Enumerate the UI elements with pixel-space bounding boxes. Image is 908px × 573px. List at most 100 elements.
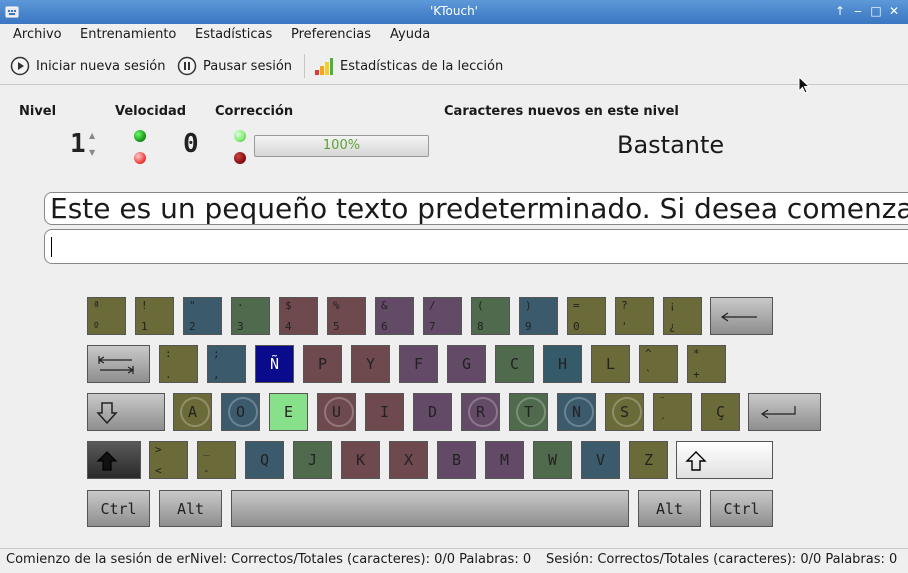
bar-chart-icon [315, 58, 333, 75]
left-ctrl-key[interactable]: Ctrl [87, 490, 150, 527]
caps-lock-icon [96, 402, 118, 425]
key[interactable]: Ç [701, 393, 740, 431]
menu-estadisticas[interactable]: Estadísticas [195, 27, 272, 42]
key[interactable]: ªº [87, 297, 126, 335]
correction-led-red [234, 152, 246, 164]
key[interactable]: D [413, 393, 452, 431]
close-icon[interactable]: ✕ [886, 3, 902, 19]
key[interactable]: ¡ ¿ [663, 297, 702, 335]
key[interactable]: > < [149, 441, 188, 479]
key[interactable]: J [293, 441, 332, 479]
key[interactable]: $4 [279, 297, 318, 335]
speed-led-red [134, 152, 146, 164]
key[interactable]: M [485, 441, 524, 479]
new-session-button[interactable]: Iniciar nueva sesión [10, 55, 166, 77]
status-bar: Comienzo de la sesión de entrenamiento N… [0, 548, 908, 571]
key[interactable]: _ - [197, 441, 236, 479]
key[interactable]: K [341, 441, 380, 479]
key[interactable]: ) 9 [519, 297, 558, 335]
level-display: 1 [70, 129, 86, 159]
toolbar: Iniciar nueva sesión Pausar sesión Estad… [0, 47, 908, 85]
tab-key[interactable] [87, 345, 150, 383]
key-home-row[interactable]: R [461, 393, 500, 431]
key-home-row[interactable]: S [605, 393, 644, 431]
key[interactable]: Y [351, 345, 390, 383]
new-chars-label: Caracteres nuevos en este nivel [444, 104, 679, 119]
key[interactable]: G [447, 345, 486, 383]
key[interactable]: Q [245, 441, 284, 479]
key-home-row-highlight[interactable]: E [269, 393, 308, 431]
key[interactable]: H [543, 345, 582, 383]
key[interactable]: P [303, 345, 342, 383]
key[interactable]: * + [687, 345, 726, 383]
maximize-icon[interactable]: □ [868, 3, 884, 19]
speed-label: Velocidad [115, 104, 187, 119]
correction-progress-bar: 100% [254, 135, 429, 157]
key[interactable]: /7 [423, 297, 462, 335]
right-shift-key[interactable] [676, 441, 773, 479]
key[interactable]: = 0 [567, 297, 606, 335]
key[interactable]: :. [159, 345, 198, 383]
lesson-stats-button[interactable]: Estadísticas de la lección [314, 55, 503, 77]
spin-up-icon[interactable]: ▲ [89, 130, 95, 141]
key[interactable]: ^ ` [639, 345, 678, 383]
level-label: Nivel [19, 104, 57, 119]
key[interactable]: B [437, 441, 476, 479]
correction-led-green [234, 130, 246, 142]
text-cursor [51, 237, 52, 257]
menu-entrenamiento[interactable]: Entrenamiento [80, 27, 176, 42]
key-home-row[interactable]: A [173, 393, 212, 431]
key[interactable]: X [389, 441, 428, 479]
key[interactable]: C [495, 345, 534, 383]
tab-arrows-icon [97, 356, 135, 374]
enter-arrow-icon [760, 406, 796, 419]
window-title: 'KTouch' [430, 4, 478, 18]
key[interactable]: V [581, 441, 620, 479]
key-home-row[interactable]: N [557, 393, 596, 431]
pause-session-button[interactable]: Pausar sesión [177, 55, 292, 77]
key[interactable]: Z [629, 441, 668, 479]
status-session-stats: Sesión: Correctos/Totales (caracteres): … [546, 552, 898, 567]
key[interactable]: W [533, 441, 572, 479]
menu-preferencias[interactable]: Preferencias [291, 27, 371, 42]
key[interactable]: (8 [471, 297, 510, 335]
key[interactable]: " 2 [183, 297, 222, 335]
play-icon [10, 56, 30, 76]
key-home-row[interactable]: T [509, 393, 548, 431]
left-shift-key[interactable] [87, 441, 141, 479]
speed-display: 0 [183, 129, 199, 159]
key[interactable]: F [399, 345, 438, 383]
new-chars-value: Bastante [617, 131, 725, 159]
spin-down-icon[interactable]: ▼ [89, 147, 95, 158]
key-home-row[interactable]: U [317, 393, 356, 431]
left-alt-key[interactable]: Alt [159, 490, 222, 527]
key[interactable]: ;, [207, 345, 246, 383]
right-ctrl-key[interactable]: Ctrl [710, 490, 773, 527]
new-session-label: Iniciar nueva sesión [36, 58, 166, 74]
key[interactable]: & 6 [375, 297, 414, 335]
key-home-row[interactable]: O [221, 393, 260, 431]
student-line-input[interactable] [44, 229, 908, 264]
enter-key[interactable] [748, 393, 821, 431]
caps-lock-key[interactable] [87, 393, 165, 431]
key[interactable]: ? ' [615, 297, 654, 335]
minimize-icon[interactable]: ‒ [850, 3, 866, 19]
shift-arrow-icon [685, 451, 707, 471]
speed-led-green [134, 130, 146, 142]
backspace-key[interactable] [710, 297, 773, 335]
key-next-highlight[interactable]: Ñ [255, 345, 294, 383]
key[interactable]: ! 1 [135, 297, 174, 335]
pause-icon [177, 56, 197, 76]
menu-ayuda[interactable]: Ayuda [390, 27, 430, 42]
correction-label: Corrección [215, 104, 294, 119]
key[interactable]: I [365, 393, 404, 431]
key[interactable]: % 5 [327, 297, 366, 335]
key[interactable]: L [591, 345, 630, 383]
right-alt-key[interactable]: Alt [638, 490, 701, 527]
level-spinner[interactable]: ▲ ▼ [89, 130, 95, 158]
space-key[interactable] [231, 490, 629, 527]
keep-above-icon[interactable]: ↑ [832, 3, 848, 19]
key[interactable]: ¨ ´ [653, 393, 692, 431]
key[interactable]: · 3 [231, 297, 270, 335]
menu-archivo[interactable]: Archivo [13, 27, 62, 42]
